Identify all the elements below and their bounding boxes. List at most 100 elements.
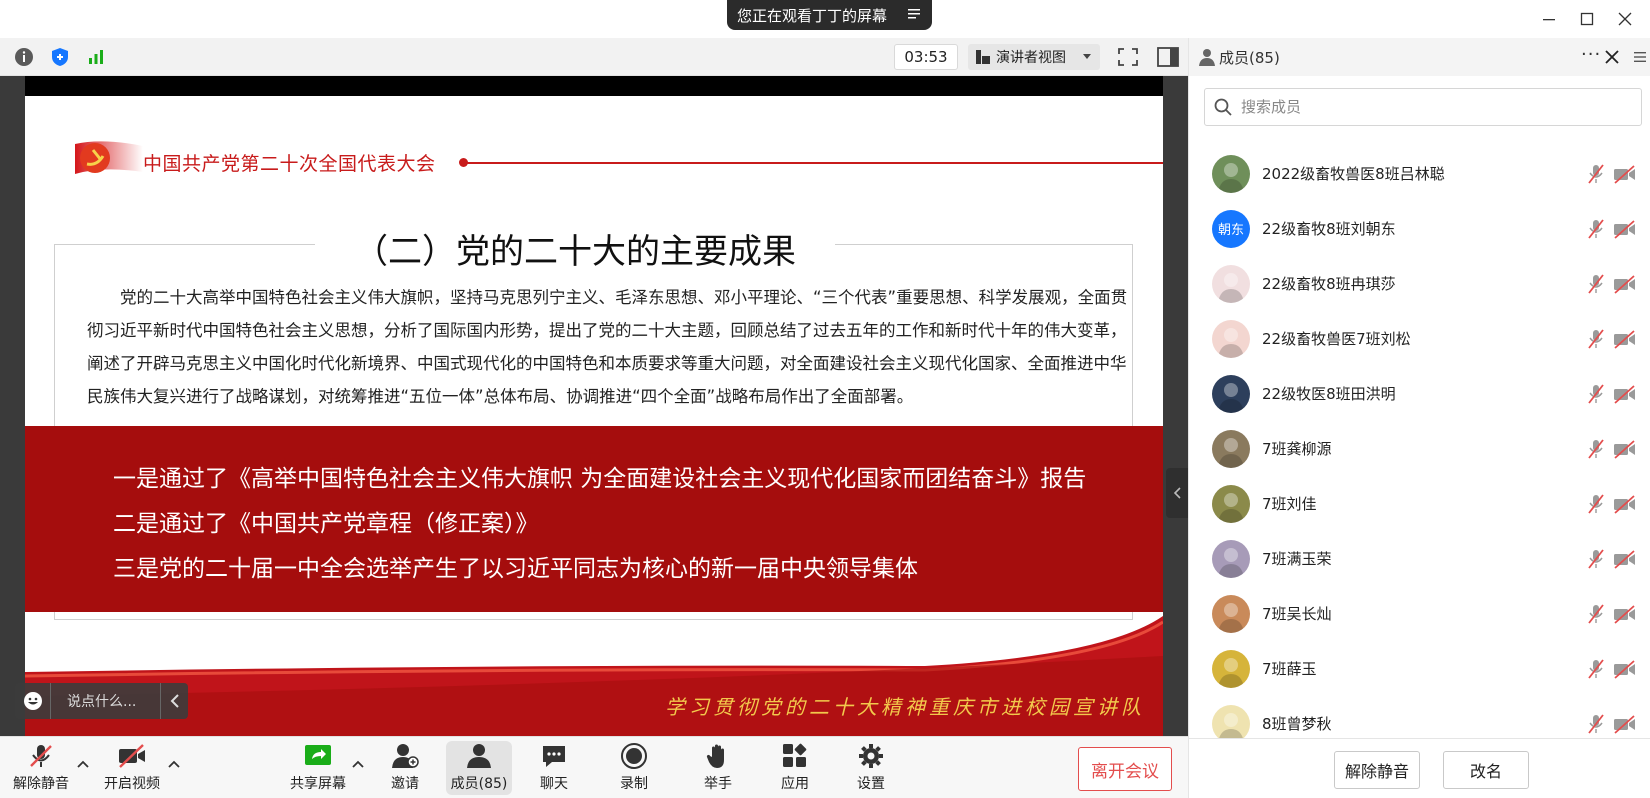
- emoji-face-icon[interactable]: [15, 683, 51, 719]
- camera-off-icon[interactable]: [1613, 603, 1637, 625]
- security-shield-icon[interactable]: [49, 46, 71, 68]
- screen-share-banner[interactable]: 您正在观看丁丁的屏幕: [727, 0, 932, 30]
- members-panel-title: 成员(85): [1219, 49, 1280, 67]
- chevron-up-icon[interactable]: [76, 757, 90, 771]
- chevron-up-icon[interactable]: [351, 757, 365, 771]
- layout-toggle-icon[interactable]: [1156, 46, 1180, 68]
- mic-muted-icon[interactable]: [1586, 328, 1606, 350]
- camera-off-icon[interactable]: [1613, 438, 1637, 460]
- avatar: [1212, 539, 1250, 578]
- mic-muted-icon[interactable]: [1586, 603, 1606, 625]
- mic-muted-icon[interactable]: [1586, 658, 1606, 680]
- member-row[interactable]: 7班吴长灿: [1189, 586, 1650, 641]
- close-icon[interactable]: [1601, 46, 1623, 68]
- info-icon[interactable]: [13, 46, 35, 68]
- maximize-icon[interactable]: [1568, 6, 1606, 32]
- meeting-timer: 03:53: [894, 44, 958, 70]
- chat-bubble-icon: [538, 741, 570, 771]
- chat-button[interactable]: 聊天: [537, 741, 571, 795]
- member-row[interactable]: 朝东 22级畜牧8班刘朝东: [1189, 201, 1650, 256]
- settings-button[interactable]: 设置: [854, 741, 888, 795]
- hand-icon: [702, 741, 734, 771]
- mic-off-icon: [25, 741, 57, 771]
- members-button[interactable]: 成员(85): [446, 741, 512, 795]
- member-row[interactable]: 7班满玉荣: [1189, 531, 1650, 586]
- title-bar: 您正在观看丁丁的屏幕: [0, 0, 1650, 38]
- member-row[interactable]: 8班曾梦秋: [1189, 696, 1650, 738]
- view-mode-dropdown[interactable]: 演讲者视图: [968, 44, 1100, 70]
- mic-muted-icon[interactable]: [1586, 218, 1606, 240]
- unmute-button[interactable]: 解除静音: [10, 741, 72, 795]
- member-name: 8班曾梦秋: [1262, 715, 1332, 733]
- chevron-down-icon: [1083, 54, 1091, 59]
- members-label: 成员(85): [450, 776, 508, 792]
- avatar: [1212, 704, 1250, 738]
- members-icon: [463, 741, 495, 771]
- mic-muted-icon[interactable]: [1586, 493, 1606, 515]
- menu-lines-icon[interactable]: [908, 8, 922, 20]
- member-row[interactable]: 2022级畜牧兽医8班吕林聪: [1189, 146, 1650, 201]
- avatar: [1212, 429, 1250, 468]
- more-options-icon[interactable]: ···: [1581, 44, 1601, 65]
- leave-meeting-button[interactable]: 离开会议: [1078, 747, 1172, 791]
- mic-muted-icon[interactable]: [1586, 163, 1606, 185]
- rename-button[interactable]: 改名: [1443, 751, 1529, 789]
- meeting-toolbar: 03:53 演讲者视图: [0, 38, 1188, 76]
- mic-muted-icon[interactable]: [1586, 713, 1606, 735]
- record-button[interactable]: 录制: [617, 741, 651, 795]
- collapse-panel-handle[interactable]: [1166, 468, 1188, 518]
- signal-bars-icon[interactable]: [85, 46, 107, 68]
- camera-off-icon[interactable]: [1613, 493, 1637, 515]
- camera-off-icon[interactable]: [1613, 713, 1637, 735]
- camera-off-icon[interactable]: [1613, 328, 1637, 350]
- chevron-up-icon[interactable]: [167, 757, 181, 771]
- quick-chat-input[interactable]: 说点什么...: [15, 683, 188, 719]
- invite-label: 邀请: [391, 776, 419, 792]
- screen-share-banner-text: 您正在观看丁丁的屏幕: [737, 6, 888, 25]
- party-emblem-icon: [75, 141, 143, 174]
- mic-muted-icon[interactable]: [1586, 383, 1606, 405]
- member-list: 2022级畜牧兽医8班吕林聪 朝东 22级畜牧8班刘朝东 22级畜牧8班冉琪莎 22级畜…: [1189, 146, 1650, 738]
- close-icon[interactable]: [1606, 6, 1644, 32]
- chevron-left-icon[interactable]: [160, 683, 188, 719]
- member-row[interactable]: 22级畜牧8班冉琪莎: [1189, 256, 1650, 311]
- minimize-icon[interactable]: [1530, 6, 1568, 32]
- member-row[interactable]: 7班龚柳源: [1189, 421, 1650, 476]
- members-panel-footer: 解除静音 改名: [1189, 738, 1650, 798]
- congress-title: 中国共产党第二十次全国代表大会: [143, 153, 436, 175]
- member-name: 22级畜牧8班冉琪莎: [1262, 275, 1396, 293]
- sidebar-menu-icon[interactable]: [1629, 38, 1650, 76]
- invite-button[interactable]: 邀请: [385, 741, 425, 795]
- settings-label: 设置: [857, 776, 885, 792]
- record-icon: [618, 741, 650, 771]
- add-person-icon: [389, 741, 421, 771]
- fullscreen-icon[interactable]: [1116, 46, 1140, 68]
- member-row[interactable]: 22级畜牧兽医7班刘松: [1189, 311, 1650, 366]
- member-search[interactable]: [1204, 88, 1642, 126]
- mic-muted-icon[interactable]: [1586, 273, 1606, 295]
- apps-button[interactable]: 应用: [778, 741, 812, 795]
- share-screen-button[interactable]: 共享屏幕: [286, 741, 350, 795]
- camera-off-icon[interactable]: [1613, 658, 1637, 680]
- camera-off-icon[interactable]: [1613, 273, 1637, 295]
- gear-icon: [855, 741, 887, 771]
- avatar: [1212, 649, 1250, 688]
- mic-muted-icon[interactable]: [1586, 438, 1606, 460]
- raise-hand-button[interactable]: 举手: [701, 741, 735, 795]
- start-video-button[interactable]: 开启视频: [100, 741, 164, 795]
- member-row[interactable]: 7班薛玉: [1189, 641, 1650, 696]
- member-name: 7班满玉荣: [1262, 550, 1332, 568]
- camera-off-icon[interactable]: [1613, 218, 1637, 240]
- share-screen-label: 共享屏幕: [290, 776, 346, 792]
- unmute-all-button[interactable]: 解除静音: [1334, 751, 1420, 789]
- camera-off-icon[interactable]: [1613, 163, 1637, 185]
- chat-label: 聊天: [540, 776, 568, 792]
- member-search-input[interactable]: [1241, 98, 1641, 116]
- member-row[interactable]: 7班刘佳: [1189, 476, 1650, 531]
- chat-placeholder[interactable]: 说点什么...: [51, 691, 160, 711]
- camera-off-icon[interactable]: [1613, 548, 1637, 570]
- member-row[interactable]: 22级牧医8班田洪明: [1189, 366, 1650, 421]
- camera-off-icon[interactable]: [1613, 383, 1637, 405]
- mic-muted-icon[interactable]: [1586, 548, 1606, 570]
- meeting-app: 您正在观看丁丁的屏幕 03:53 演讲者视图 中国共产党第二十次全国代表大会 （…: [0, 0, 1650, 798]
